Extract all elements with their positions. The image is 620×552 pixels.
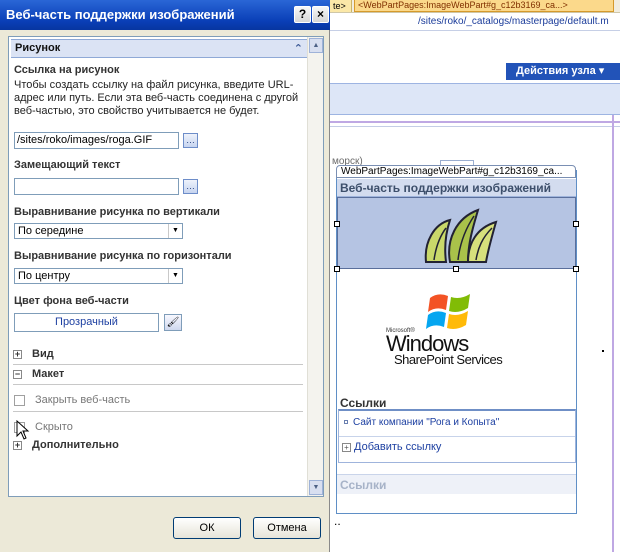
wss-logo: Microsoft® Windows SharePoint Services [382,290,532,370]
bgcolor-value-button[interactable]: Прозрачный [14,313,159,332]
horns-logo-image [416,202,502,266]
bgcolor-label: Цвет фона веб-части [14,295,129,307]
zone-border [330,121,620,127]
chevron-down-icon[interactable]: ▼ [168,269,182,283]
image-link-builder-button[interactable]: … [183,133,198,148]
resize-handle-bottom-left[interactable] [334,266,340,272]
alt-text-builder-button[interactable]: … [183,179,198,194]
expand-icon: + [13,439,22,450]
close-webpart-checkbox[interactable] [14,394,25,406]
expand-icon: + [13,348,22,359]
resize-handle-bottom[interactable] [453,266,459,272]
halign-value: По центру [18,270,70,282]
divider [13,411,303,412]
properties-panel: Рисунок ⌃ Ссылка на рисунок Чтобы создат… [8,36,324,497]
valign-select[interactable]: По середине ▼ [14,223,183,239]
nav-band [330,83,620,115]
vertical-scrollbar[interactable]: ▲ ▼ [307,37,323,496]
help-button[interactable]: ? [294,6,311,23]
divider [13,384,303,385]
stray-dot [602,350,604,352]
hidden-label: Скрыто [35,421,73,433]
tool-pane-title: Веб-часть поддержки изображений ? × [0,0,330,30]
resize-handle-left[interactable] [334,221,340,227]
tag-tab-webpart[interactable]: <WebPartPages:ImageWebPart#g_c12b3169_ca… [354,0,614,12]
scroll-up-icon[interactable]: ▲ [309,38,323,53]
page-url: /sites/roko/_catalogs/masterpage/default… [330,13,620,31]
scroll-down-icon[interactable]: ▼ [309,480,323,495]
close-webpart-checkbox-row[interactable]: Закрыть веб-часть [14,392,130,408]
add-link-button[interactable]: + Добавить ссылку [342,441,441,453]
windows-flag-icon [426,294,470,329]
add-link-label: Добавить ссылку [354,441,442,453]
links2-title[interactable]: Ссылки [337,474,576,494]
design-tab-strip: te> <WebPartPages:ImageWebPart#g_c12b316… [330,0,620,13]
chevron-down-icon[interactable]: ▼ [168,224,182,238]
sharepoint-page: te> <WebPartPages:ImageWebPart#g_c12b316… [330,0,620,552]
image-link-label: Ссылка на рисунок [14,64,120,76]
alt-text-label: Замещающий текст [14,159,121,171]
trailing-dots: .. [334,514,341,528]
section-layout-toggle[interactable]: − Макет [13,366,64,382]
close-button[interactable]: × [312,6,329,23]
section-image-title: Рисунок [15,42,61,54]
section-view-title: Вид [32,348,54,360]
section-advanced-toggle[interactable]: + Дополнительно [13,437,119,453]
valign-label: Выравнивание рисунка по вертикали [14,206,220,218]
collapse-box-icon: − [13,368,22,379]
section-advanced-title: Дополнительно [32,439,119,451]
site-actions-button[interactable]: Действия узла ▾ [506,63,620,80]
links-list: Сайт компании "Рога и Копыта" + Добавить … [338,409,576,463]
list-item[interactable]: Сайт компании "Рога и Копыта" [339,413,575,437]
collapse-icon[interactable]: ⌃ [294,41,303,58]
webpart-tool-pane: Веб-часть поддержки изображений ? × Рису… [0,0,330,552]
webpart-title[interactable]: Веб-часть поддержки изображений [337,179,576,197]
zone-right-edge [612,115,614,552]
divider [13,364,303,365]
tool-pane-title-text: Веб-часть поддержки изображений [6,7,235,22]
ok-button[interactable]: ОК [173,517,241,539]
alt-text-input[interactable] [14,178,179,195]
halign-label: Выравнивание рисунка по горизонтали [14,250,232,262]
links-title: Ссылки [340,396,387,410]
section-image-header[interactable]: Рисунок ⌃ [11,39,307,58]
tag-tab-short[interactable]: te> [330,0,352,12]
link-company[interactable]: Сайт компании "Рога и Копыта" [353,417,499,428]
image-link-input[interactable]: /sites/roko/images/roga.GIF [14,132,179,149]
image-link-description: Чтобы создать ссылку на файл рисунка, вв… [14,79,299,117]
resize-handle-bottom-right[interactable] [573,266,579,272]
section-view-toggle[interactable]: + Вид [13,346,54,362]
resize-handle-right[interactable] [573,221,579,227]
halign-select[interactable]: По центру ▼ [14,268,183,284]
plus-icon: + [342,442,351,452]
valign-value: По середине [18,225,84,237]
webpart-tag-label[interactable]: WebPartPages:ImageWebPart#g_c12b3169_ca.… [336,165,576,178]
logo-sharepoint-text: SharePoint Services [394,352,503,367]
section-layout-title: Макет [32,368,65,380]
close-webpart-label: Закрыть веб-часть [35,394,131,406]
bullet-icon [344,420,348,424]
image-webpart-body[interactable] [337,197,576,269]
color-picker-icon[interactable]: 🖌 [164,314,182,331]
cancel-button[interactable]: Отмена [253,517,321,539]
